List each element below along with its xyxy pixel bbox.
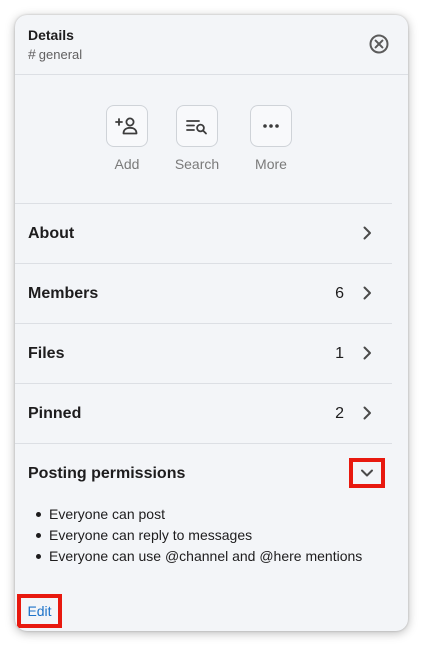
hash-icon: # xyxy=(28,46,36,62)
add-label: Add xyxy=(114,156,140,172)
channel-name-text: general xyxy=(38,46,83,62)
chevron-right-icon xyxy=(363,226,371,240)
members-label: Members xyxy=(28,285,99,302)
row-files[interactable]: Files 1 xyxy=(15,323,392,383)
row-about[interactable]: About xyxy=(15,203,392,263)
posting-permissions-title: Posting permissions xyxy=(28,465,186,482)
files-count: 1 xyxy=(335,345,344,362)
quick-actions: Add Search More xyxy=(15,75,408,203)
members-count: 6 xyxy=(335,285,344,302)
details-title: Details xyxy=(28,27,74,43)
search-button[interactable] xyxy=(176,105,218,147)
list-item: Everyone can post xyxy=(34,504,362,525)
posting-permissions-section: Posting permissions Everyone can post Ev… xyxy=(15,443,392,631)
edit-link[interactable]: Edit xyxy=(27,603,51,619)
files-label: Files xyxy=(28,345,65,362)
row-pinned[interactable]: Pinned 2 xyxy=(15,383,392,443)
row-members[interactable]: Members 6 xyxy=(15,263,392,323)
search-action: Search xyxy=(167,105,227,172)
list-item: Everyone can use @channel and @here ment… xyxy=(34,546,362,567)
add-action: Add xyxy=(97,105,157,172)
add-person-icon xyxy=(115,117,138,135)
more-label: More xyxy=(255,156,287,172)
pinned-label: Pinned xyxy=(28,405,82,422)
posting-permissions-toggle[interactable] xyxy=(349,458,385,488)
about-label: About xyxy=(28,225,75,242)
more-dots-icon xyxy=(263,124,279,128)
chevron-right-icon xyxy=(363,286,371,300)
more-button[interactable] xyxy=(250,105,292,147)
permissions-list: Everyone can post Everyone can reply to … xyxy=(34,504,362,567)
chevron-right-icon xyxy=(363,406,371,420)
search-label: Search xyxy=(174,156,220,172)
search-list-icon xyxy=(186,120,207,135)
add-button[interactable] xyxy=(106,105,148,147)
pinned-count: 2 xyxy=(335,405,344,422)
details-header: Details # general xyxy=(15,15,408,75)
edit-highlight: Edit xyxy=(17,594,62,628)
chevron-down-icon xyxy=(361,469,373,477)
list-item: Everyone can reply to messages xyxy=(34,525,362,546)
more-action: More xyxy=(241,105,301,172)
close-button[interactable] xyxy=(368,33,390,55)
channel-name: # general xyxy=(28,46,82,62)
close-circle-icon xyxy=(369,34,389,54)
chevron-right-icon xyxy=(363,346,371,360)
channel-details-panel: Details # general Add Search More About … xyxy=(15,15,408,631)
